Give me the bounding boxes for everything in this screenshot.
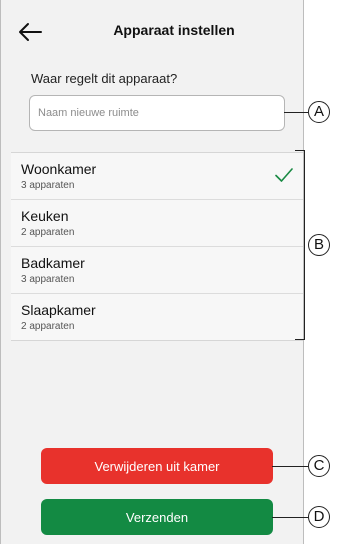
- room-list-bracket: [295, 150, 305, 340]
- room-list: Woonkamer 3 apparaten Keuken 2 apparaten…: [11, 152, 303, 341]
- room-item-keuken[interactable]: Keuken 2 apparaten: [11, 200, 303, 247]
- callout-c: C: [308, 455, 330, 477]
- callout-b: B: [308, 234, 330, 256]
- room-item-slaapkamer[interactable]: Slaapkamer 2 apparaten: [11, 294, 303, 340]
- room-device-count: 3 apparaten: [21, 180, 75, 191]
- room-question-label: Waar regelt dit apparaat?: [31, 71, 178, 86]
- room-device-count: 2 apparaten: [21, 227, 75, 238]
- page-title: Apparaat instellen: [113, 22, 235, 38]
- app-screen: Apparaat instellen Waar regelt dit appar…: [0, 0, 304, 544]
- room-name: Badkamer: [21, 255, 85, 271]
- room-item-badkamer[interactable]: Badkamer 3 apparaten: [11, 247, 303, 294]
- callout-line-c: [272, 466, 308, 467]
- checkmark-icon: [275, 168, 293, 182]
- send-button[interactable]: Verzenden: [41, 499, 273, 535]
- new-room-name-input[interactable]: [29, 95, 285, 131]
- room-name: Woonkamer: [21, 161, 97, 177]
- room-item-woonkamer[interactable]: Woonkamer 3 apparaten: [11, 153, 303, 200]
- back-button[interactable]: [17, 20, 43, 44]
- callout-line-d: [272, 517, 308, 518]
- arrow-left-icon: [19, 23, 42, 41]
- room-name: Slaapkamer: [21, 302, 96, 318]
- room-name: Keuken: [21, 208, 69, 224]
- callout-a: A: [308, 101, 330, 123]
- header: Apparaat instellen: [1, 0, 303, 60]
- callout-line-a: [284, 112, 308, 113]
- remove-from-room-button[interactable]: Verwijderen uit kamer: [41, 448, 273, 484]
- room-device-count: 3 apparaten: [21, 274, 75, 285]
- callout-d: D: [308, 506, 330, 528]
- room-device-count: 2 apparaten: [21, 321, 75, 332]
